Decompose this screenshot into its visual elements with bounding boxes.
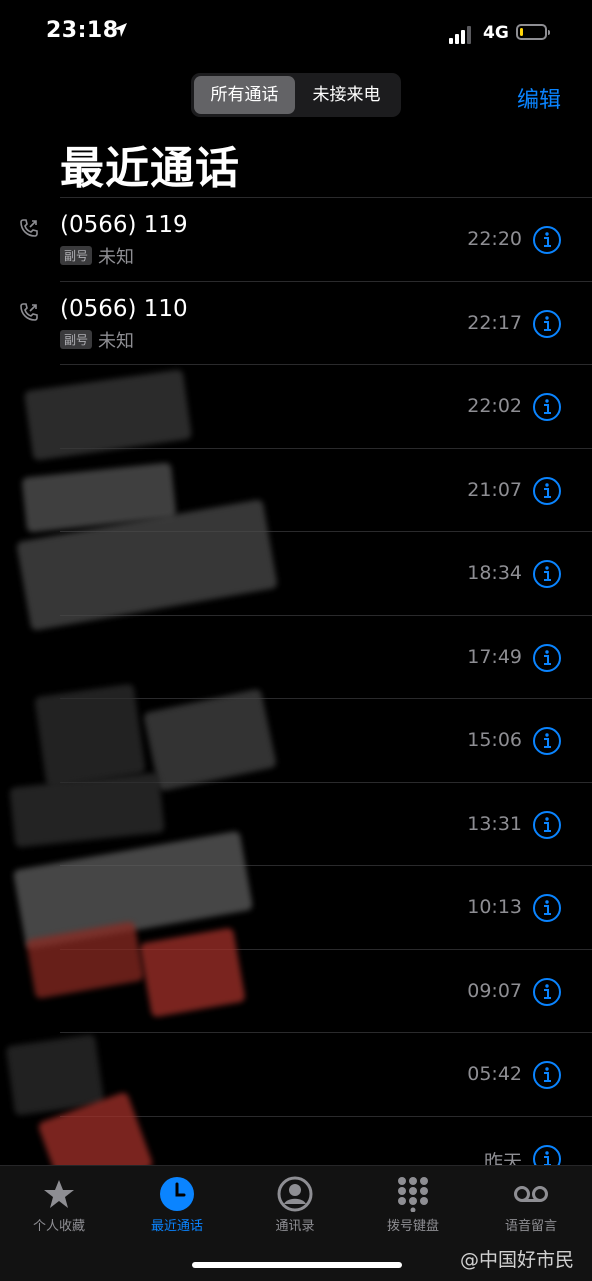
status-bar: 23:18 4G [0,0,592,68]
tab-contacts[interactable]: 通讯录 [236,1166,354,1246]
call-time: 22:20 [467,228,522,250]
info-icon[interactable] [532,392,562,422]
call-time: 09:07 [467,979,522,1002]
page-title: 最近通话 [60,143,240,194]
watermark: @中国好市民 [460,1249,575,1271]
keypad-icon [398,1177,428,1212]
tab-label: 最近通话 [150,1219,203,1234]
clock-icon [160,1177,194,1211]
info-icon[interactable] [532,309,562,339]
segment-all-calls[interactable]: 所有通话 [194,76,295,114]
line-tag: 副号 [60,246,93,265]
tab-voicemail[interactable]: 语音留言 [472,1166,590,1246]
tab-label: 语音留言 [504,1219,557,1234]
call-time: 17:49 [467,645,522,668]
star-icon [44,1180,74,1208]
tab-favorites[interactable]: 个人收藏 [0,1166,118,1246]
info-icon[interactable] [532,726,562,756]
contact-icon [277,1176,313,1212]
call-time: 18:34 [467,562,522,584]
outgoing-call-icon [20,302,38,321]
info-icon[interactable] [532,977,562,1007]
location-arrow-icon [113,23,127,37]
caller-label: 未知 [98,247,135,268]
tab-label: 拨号键盘 [386,1219,439,1234]
voicemail-icon [514,1186,548,1202]
info-icon[interactable] [532,643,562,673]
status-time: 23:18 [46,18,119,43]
call-time: 10:13 [467,896,522,918]
redaction-mark [34,683,146,787]
call-row[interactable]: 17:49 [0,616,592,700]
info-icon[interactable] [532,893,562,923]
call-time: 05:42 [467,1063,522,1085]
edit-button[interactable]: 编辑 [517,82,561,114]
segment-missed-calls[interactable]: 未接来电 [295,76,398,114]
info-icon[interactable] [532,559,562,589]
call-row[interactable]: (0566) 119 副号 未知 22:20 [0,198,592,282]
tab-keypad[interactable]: 拨号键盘 [354,1166,472,1246]
info-icon[interactable] [532,476,562,506]
call-time: 15:06 [467,729,522,751]
info-icon[interactable] [532,810,562,840]
caller-name: (0566) 119 [60,212,188,238]
line-tag: 副号 [60,329,93,349]
caller-label: 未知 [98,330,135,352]
outgoing-call-icon [20,219,38,237]
caller-subtitle: 副号 未知 [60,243,134,269]
call-filter-segmented-control: 所有通话 未接来电 [191,73,401,117]
info-icon[interactable] [532,225,562,255]
caller-subtitle: 副号 未知 [60,327,134,353]
battery-icon [516,24,550,40]
call-row[interactable]: (0566) 110 副号 未知 22:17 [0,282,592,366]
call-time: 22:17 [467,311,522,334]
call-time: 22:02 [467,395,522,417]
call-time: 13:31 [467,812,522,835]
call-time: 21:07 [467,478,522,501]
caller-name: (0566) 110 [60,295,188,322]
signal-bars-icon [449,24,477,44]
tab-label: 个人收藏 [32,1219,85,1234]
tab-recents[interactable]: 最近通话 [118,1166,236,1246]
battery-level [520,28,523,36]
network-type: 4G [483,23,509,43]
home-indicator [192,1262,402,1268]
info-icon[interactable] [532,1060,562,1090]
tab-label: 通讯录 [275,1219,315,1234]
